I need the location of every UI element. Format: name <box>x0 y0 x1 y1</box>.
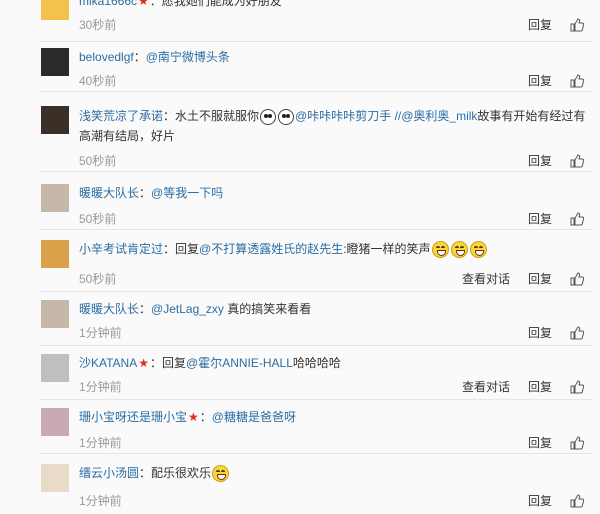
comment-time: 50秒前 <box>79 154 117 168</box>
mention-link[interactable]: @不打算透露姓氏的赵先生 <box>199 242 343 256</box>
reply-button[interactable]: 回复 <box>528 72 552 89</box>
comment-time: 30秒前 <box>79 18 117 32</box>
emoji-icon <box>212 465 230 483</box>
thumbs-up-icon[interactable] <box>570 325 584 340</box>
thumbs-up-icon[interactable] <box>570 153 584 168</box>
comment-item: 沙KATANA★：回复@霍尔ANNIE-HALL哈哈哈哈 1分钟前 查看对话 回… <box>0 346 600 400</box>
emoji-icon <box>469 241 487 259</box>
reply-button[interactable]: 回复 <box>528 434 552 451</box>
mention-link[interactable]: @咔咔咔咔剪刀手 <box>295 109 391 123</box>
comment-text: 真的搞笑来看看 <box>223 302 312 316</box>
avatar[interactable] <box>41 184 69 212</box>
avatar[interactable] <box>41 106 69 134</box>
reply-button[interactable]: 回复 <box>528 378 552 395</box>
comment-text: ：回复 <box>163 242 200 256</box>
thumbs-up-icon[interactable] <box>570 17 584 32</box>
avatar[interactable] <box>41 354 69 382</box>
comment-text: ：回复 <box>150 356 187 370</box>
comment-item: 暖暖大队长：@JetLag_zxy 真的搞笑来看看 1分钟前 回复 <box>0 292 600 346</box>
comment-username[interactable]: 暖暖大队长 <box>79 302 139 316</box>
comment-time: 1分钟前 <box>79 326 122 340</box>
comment-username[interactable]: 暖暖大队长 <box>79 186 139 200</box>
emoji-icon <box>260 108 277 125</box>
comment-username[interactable]: belovedlgf <box>79 50 134 64</box>
avatar[interactable] <box>41 240 69 268</box>
star-badge-icon: ★ <box>188 410 199 424</box>
avatar[interactable] <box>41 48 69 76</box>
comment-item: mika1666c★：愿我她们能成为好朋友 30秒前 回复 <box>0 0 600 42</box>
mention-link[interactable]: @糖糖是爸爸呀 <box>212 410 296 424</box>
mention-link[interactable]: @等我一下吗 <box>151 186 223 200</box>
avatar[interactable] <box>41 464 69 492</box>
thumbs-up-icon[interactable] <box>570 211 584 226</box>
comment-username[interactable]: 浅笑荒凉了承诺 <box>79 109 163 123</box>
comment-item: 缙云小汤圆：配乐很欢乐 1分钟前 回复 <box>0 454 600 514</box>
comment-username[interactable]: 小辛考试肯定过 <box>79 242 163 256</box>
comment-text: :瞪猪一样的笑声 <box>343 242 431 256</box>
comment-username[interactable]: 沙KATANA <box>79 356 137 370</box>
avatar[interactable] <box>41 300 69 328</box>
thumbs-up-icon[interactable] <box>570 73 584 88</box>
comment-item: 浅笑荒凉了承诺：水土不服就服你 @咔咔咔咔剪刀手 //@奥利奥_milk故事有开始… <box>0 92 600 172</box>
comment-item: 珊小宝呀还是珊小宝★：@糖糖是爸爸呀 1分钟前 回复 <box>0 400 600 454</box>
comment-username[interactable]: 缙云小汤圆 <box>79 466 139 480</box>
reply-button[interactable]: 回复 <box>528 324 552 341</box>
mention-link[interactable]: @JetLag_zxy <box>151 302 224 316</box>
comment-text: ： <box>139 302 152 316</box>
comment-time: 50秒前 <box>79 212 117 226</box>
comment-text: ：愿我她们能成为好朋友 <box>149 0 282 8</box>
comment-time: 50秒前 <box>79 272 117 286</box>
comment-username[interactable]: 珊小宝呀还是珊小宝 <box>79 410 187 424</box>
reply-button[interactable]: 回复 <box>528 210 552 227</box>
comment-text: 哈哈哈哈 <box>292 356 341 370</box>
comment-feed: mika1666c★：愿我她们能成为好朋友 30秒前 回复 belovedlgf… <box>0 0 600 514</box>
comment-time: 1分钟前 <box>79 494 122 508</box>
mention-link[interactable]: @霍尔ANNIE-HALL <box>186 356 293 370</box>
comment-text: ： <box>133 50 146 64</box>
star-badge-icon: ★ <box>138 0 149 8</box>
thumbs-up-icon[interactable] <box>570 493 584 508</box>
emoji-icon <box>431 241 449 259</box>
emoji-icon <box>278 108 295 125</box>
reply-button[interactable]: 回复 <box>528 492 552 509</box>
avatar[interactable] <box>41 408 69 436</box>
comment-time: 1分钟前 <box>79 380 122 394</box>
reply-button[interactable]: 回复 <box>528 270 552 287</box>
comment-item: 小辛考试肯定过：回复@不打算透露姓氏的赵先生:瞪猪一样的笑声 50秒前 查看对话… <box>0 230 600 292</box>
mention-link[interactable]: @南宁微博头条 <box>146 50 230 64</box>
comment-item: 暖暖大队长：@等我一下吗 50秒前 回复 <box>0 172 600 230</box>
comment-text: ：水土不服就服你 <box>163 109 260 123</box>
thumbs-up-icon[interactable] <box>570 271 584 286</box>
comment-item: belovedlgf：@南宁微博头条 40秒前 回复 <box>0 42 600 92</box>
comment-time: 1分钟前 <box>79 436 122 450</box>
avatar[interactable] <box>41 0 69 20</box>
comment-username[interactable]: mika1666c <box>79 0 137 8</box>
view-conversation-button[interactable]: 查看对话 <box>462 270 510 287</box>
comment-text: ： <box>139 186 152 200</box>
reply-button[interactable]: 回复 <box>528 16 552 33</box>
star-badge-icon: ★ <box>138 356 149 370</box>
comment-text: ：配乐很欢乐 <box>139 466 212 480</box>
comment-time: 40秒前 <box>79 74 117 88</box>
reply-button[interactable]: 回复 <box>528 152 552 169</box>
mention-link[interactable]: //@奥利奥_milk <box>395 109 478 123</box>
thumbs-up-icon[interactable] <box>570 435 584 450</box>
comment-text: ： <box>199 410 212 424</box>
thumbs-up-icon[interactable] <box>570 379 584 394</box>
view-conversation-button[interactable]: 查看对话 <box>462 378 510 395</box>
emoji-icon <box>450 241 468 259</box>
